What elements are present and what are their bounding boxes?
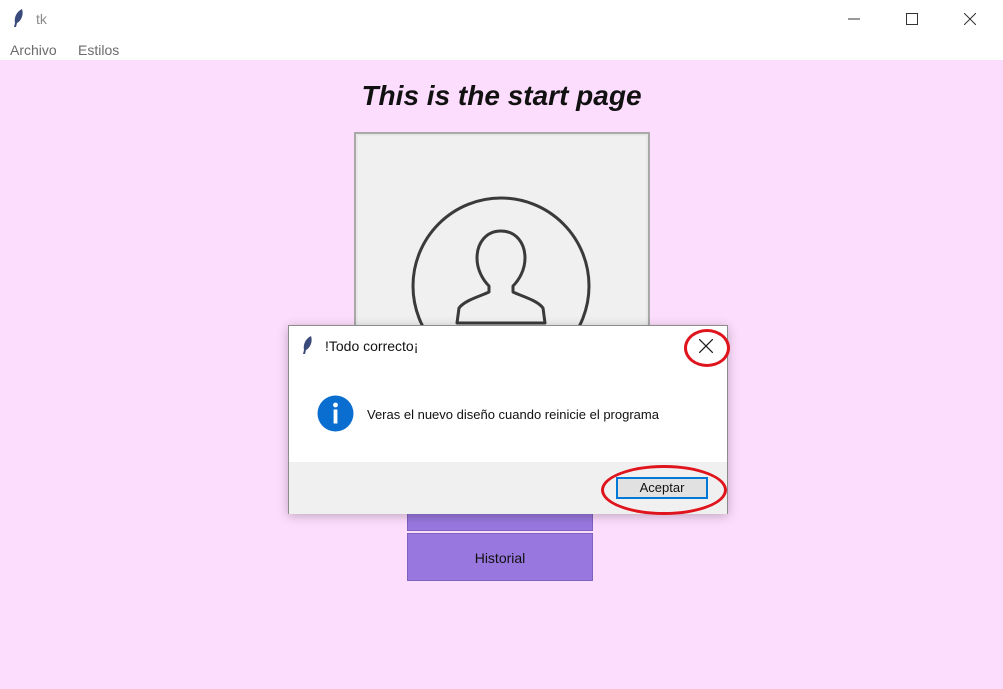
info-dialog: !Todo correcto¡ Veras el nuevo diseño cu… xyxy=(288,325,730,515)
window-title-bar: tk xyxy=(0,0,1003,38)
dialog-message: Veras el nuevo diseño cuando reinicie el… xyxy=(367,407,659,422)
historial-button[interactable]: Historial xyxy=(407,533,593,581)
close-icon xyxy=(699,339,713,353)
menu-archivo[interactable]: Archivo xyxy=(10,42,57,58)
dialog-title: !Todo correcto¡ xyxy=(325,338,419,354)
minimize-icon xyxy=(848,18,860,20)
minimize-button[interactable] xyxy=(825,0,883,38)
dialog-footer: Aceptar xyxy=(289,462,727,515)
maximize-button[interactable] xyxy=(883,0,941,38)
menu-bar: Archivo Estilos xyxy=(0,38,1003,60)
info-icon xyxy=(317,395,354,432)
page-title: This is the start page xyxy=(361,80,642,111)
dialog-close-button[interactable] xyxy=(686,330,726,362)
tk-feather-icon xyxy=(14,9,23,27)
window-title: tk xyxy=(36,11,47,27)
aceptar-button[interactable]: Aceptar xyxy=(616,477,708,499)
close-button[interactable] xyxy=(941,0,999,38)
tk-feather-icon xyxy=(303,336,312,354)
menu-estilos[interactable]: Estilos xyxy=(78,42,119,58)
maximize-icon xyxy=(906,13,918,25)
close-icon xyxy=(964,13,976,25)
